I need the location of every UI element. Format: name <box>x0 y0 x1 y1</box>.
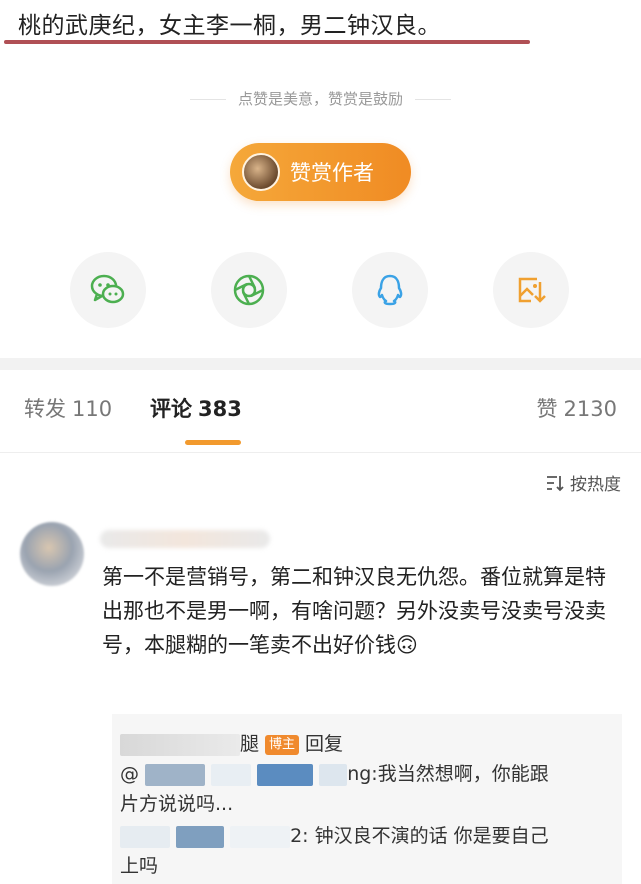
share-qq-button[interactable] <box>352 252 428 328</box>
redacted-block <box>120 825 170 848</box>
reply-author-suffix: 腿 <box>240 733 260 755</box>
hint-left-line <box>189 99 226 100</box>
hint-right-line <box>415 99 451 100</box>
redacted-block <box>176 825 225 848</box>
reply-preview-box[interactable]: 腿博主 回复 @ ng:我当然想啊，你能跟 片方说说吗... 2: 钟汉良不演的话… <box>112 714 622 884</box>
save-image-icon <box>518 277 546 303</box>
comment-text: 第一不是营销号，第二和钟汉良无仇怨。番位就算是特出那也不是男一啊，有啥问题？另外… <box>102 565 606 657</box>
reply-line-4: 上吗 <box>120 855 159 877</box>
commenter-avatar[interactable] <box>20 522 84 586</box>
tab-comment[interactable]: 评论 383 <box>150 393 242 423</box>
reward-author-button[interactable]: 赞赏作者 <box>230 143 411 201</box>
commenter-name-redacted[interactable] <box>100 530 270 548</box>
active-tab-indicator <box>185 440 241 445</box>
blogger-badge: 博主 <box>265 734 300 755</box>
tab-comment-count: 383 <box>198 397 242 421</box>
tab-like[interactable]: 赞 2130 <box>537 393 617 423</box>
tab-repost-count: 110 <box>72 397 113 421</box>
redacted-block <box>230 825 291 848</box>
reply-line-2: 片方说说吗... <box>120 793 234 815</box>
sort-label: 按热度 <box>570 475 621 495</box>
reply-line-3-text: 2: 钟汉良不演的话 你是要自己 <box>290 825 549 847</box>
reply-line-3: 2: 钟汉良不演的话 你是要自己 <box>120 822 549 850</box>
reward-hint: 点赞是美意，赞赏是鼓励 <box>0 88 641 109</box>
redacted-block <box>319 763 348 786</box>
moments-icon <box>233 274 265 306</box>
sort-by-hot-button[interactable]: 按热度 <box>545 470 621 495</box>
share-moments-button[interactable] <box>211 252 287 328</box>
reward-hint-text: 点赞是美意，赞赏是鼓励 <box>237 90 403 108</box>
reward-button-label: 赞赏作者 <box>290 161 374 185</box>
text-underline <box>4 40 530 44</box>
reply-mention-at: @ <box>120 763 139 785</box>
share-wechat-button[interactable] <box>70 252 146 328</box>
reply-author-redacted <box>120 733 240 756</box>
redacted-block <box>145 763 206 786</box>
redacted-block <box>211 763 252 786</box>
reply-line-1: @ ng:我当然想啊，你能跟 <box>120 760 549 788</box>
tab-repost-label: 转发 <box>24 397 66 421</box>
post-tail-text: 桃的武庚纪，女主李一桐，男二钟汉良。 <box>18 13 441 39</box>
sort-icon <box>547 475 564 491</box>
reply-word: 回复 <box>305 733 344 755</box>
interaction-tabs: 转发 110 评论 383 赞 2130 <box>0 393 641 433</box>
tab-repost[interactable]: 转发 110 <box>24 393 112 423</box>
section-divider <box>0 358 641 370</box>
tab-like-label: 赞 <box>536 397 558 421</box>
qq-icon <box>377 274 403 306</box>
share-row <box>0 252 641 332</box>
author-avatar <box>242 153 280 191</box>
tabs-border <box>0 452 641 453</box>
wechat-icon <box>90 274 125 304</box>
save-image-button[interactable] <box>493 252 569 328</box>
tab-comment-label: 评论 <box>150 397 192 421</box>
reply-header: 腿博主 回复 <box>120 730 343 758</box>
reply-line-1-text: ng:我当然想啊，你能跟 <box>347 763 549 785</box>
redacted-block <box>257 763 314 786</box>
tab-like-count: 2130 <box>563 397 617 421</box>
